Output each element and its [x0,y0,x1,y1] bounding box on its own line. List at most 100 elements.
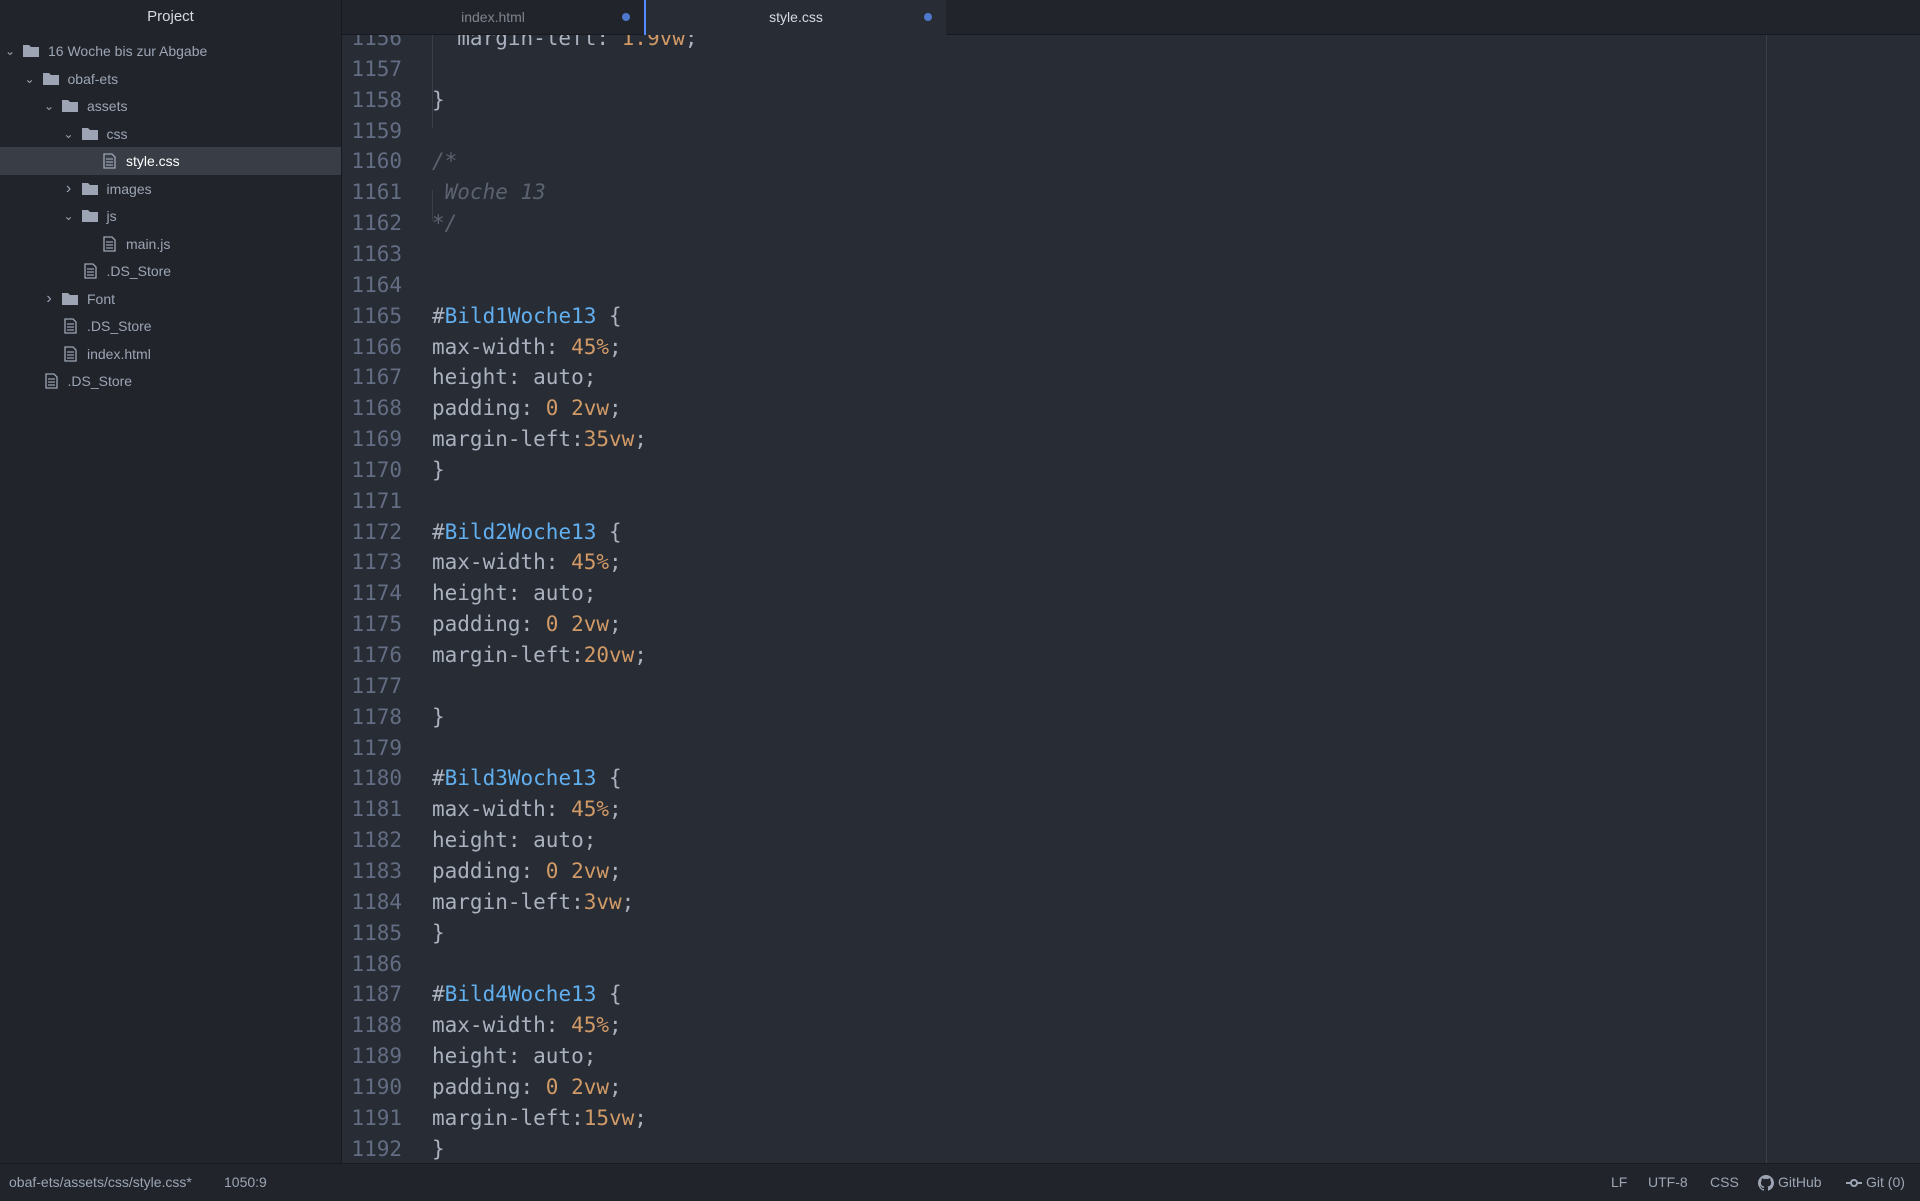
status-file-path[interactable]: obaf-ets/assets/css/style.css* [9,1164,192,1201]
line-number: 1167 [351,365,402,390]
line-number: 1178 [351,704,402,729]
file-text-icon [100,235,118,252]
line-number: 1185 [351,920,402,945]
tree-file[interactable]: .DS_Store [0,257,341,285]
tree-view-title: Project [147,8,194,25]
line-code: #Bild3Woche13 { [432,766,622,791]
line-number: 1191 [351,1105,402,1130]
line-code: height: auto; [432,1044,597,1069]
line-code: /* [432,149,458,174]
line-number: 1157 [351,56,402,81]
folder-icon [81,208,99,224]
line-number: 1170 [351,457,402,482]
chevron-right-icon[interactable]: › [43,290,55,306]
line-number: 1179 [351,735,402,760]
folder-icon [42,71,60,87]
line-code: margin-left:20vw; [432,643,647,667]
line-code: max-width: 45%; [432,1013,622,1038]
tree-item-label: .DS_Store [67,373,133,389]
tree-file[interactable]: main.js [0,230,341,258]
tree-folder[interactable]: ⌄ obaf-ets [0,65,341,93]
status-cursor-position[interactable]: 1050:9 [224,1164,267,1201]
line-number: 1188 [351,1013,402,1038]
line-number: 1158 [351,87,402,112]
line-code: padding: 0 2vw; [432,396,622,421]
status-github[interactable]: GitHub [1758,1164,1822,1201]
tree-item-label: Font [87,290,116,307]
line-number: 1184 [351,889,402,914]
tree-folder[interactable]: ⌄ css [0,120,341,148]
chevron-right-icon[interactable]: › [63,180,75,196]
line-code: margin-left:35vw; [432,427,647,452]
chevron-down-icon[interactable]: ⌄ [63,127,75,141]
chevron-down-icon[interactable]: ⌄ [4,44,16,58]
tree-item-label: .DS_Store [87,318,152,334]
file-text-icon [42,373,60,389]
tab-label: index.html [461,9,525,25]
line-code: max-width: 45%; [432,334,622,359]
tab-index-html[interactable]: index.html [342,0,644,34]
line-code: #Bild1Woche13 { [432,303,622,328]
github-icon [1758,1175,1774,1191]
line-code: height: auto; [432,365,597,390]
file-text-icon [100,153,118,169]
tree-file[interactable]: .DS_Store [0,312,341,340]
tree-file[interactable]: style.css [0,147,341,175]
git-commit-icon [1846,1179,1862,1188]
line-code: */ [432,211,458,236]
chevron-down-icon[interactable]: ⌄ [43,99,55,113]
line-number: 1160 [351,149,402,174]
folder-icon [61,291,79,307]
tree-item-label: style.css [126,153,180,169]
line-number: 1182 [351,828,402,853]
tree-item-label: obaf-ets [67,70,119,87]
line-number: 1166 [351,334,402,359]
line-number: 1168 [351,396,402,421]
tree-folder[interactable]: › Font [0,285,341,313]
folder-icon [81,126,99,142]
line-code: #Bild4Woche13 { [432,982,622,1007]
tree-folder[interactable]: ⌄ 16 Woche bis zur Abgabe [0,37,341,65]
wrap-guide [1766,35,1767,1163]
line-number: 1189 [351,1044,402,1069]
tree-item-label: assets [87,98,128,114]
line-code: } [432,457,445,482]
chevron-down-icon[interactable]: ⌄ [24,72,36,86]
line-code: max-width: 45%; [432,797,622,822]
chevron-down-icon[interactable]: ⌄ [63,209,75,223]
line-code: } [432,704,445,729]
tree-file[interactable]: index.html [0,340,341,368]
tree-folder[interactable]: ⌄ assets [0,92,341,120]
status-encoding[interactable]: UTF-8 [1648,1164,1688,1201]
line-code: #Bild2Woche13 { [432,519,622,544]
file-text-icon [61,318,79,334]
tree-file[interactable]: .DS_Store [0,367,341,395]
tree-view: Project ⌄ 16 Woche bis zur Abgabe ⌄ obaf-et… [0,0,342,1163]
tree-item-label: main.js [126,235,171,252]
tree-folder[interactable]: › images [0,175,341,203]
line-code: padding: 0 2vw; [432,612,622,637]
line-code: padding: 0 2vw; [432,858,622,883]
status-grammar[interactable]: CSS [1710,1164,1739,1201]
tab-bar: index.html style.css [342,0,1920,35]
line-code: height: auto; [432,581,597,606]
line-code: margin-left: 1.9vw; [432,35,698,50]
status-line-ending[interactable]: LF [1611,1164,1627,1201]
line-code: margin-left:15vw; [432,1105,647,1130]
line-code: } [432,87,445,112]
line-number: 1162 [351,211,402,236]
line-number: 1175 [351,612,402,637]
tree-item-label: css [106,125,128,142]
line-number: 1165 [351,303,402,328]
tab-style-css[interactable]: style.css [644,0,946,35]
line-number: 1171 [351,488,402,513]
line-code: Woche 13 [432,180,546,205]
line-number: 1187 [351,982,402,1007]
line-number: 1161 [351,180,402,205]
tree-item-label: images [106,180,152,197]
tree-folder[interactable]: ⌄ js [0,202,341,230]
line-number: 1181 [351,797,402,822]
line-number: 1172 [351,519,402,544]
status-git[interactable]: Git (0) [1846,1164,1905,1201]
code-editor[interactable]: 1156 margin-left: 1.9vw; 1157 1158} 1159 116… [342,35,1920,1163]
